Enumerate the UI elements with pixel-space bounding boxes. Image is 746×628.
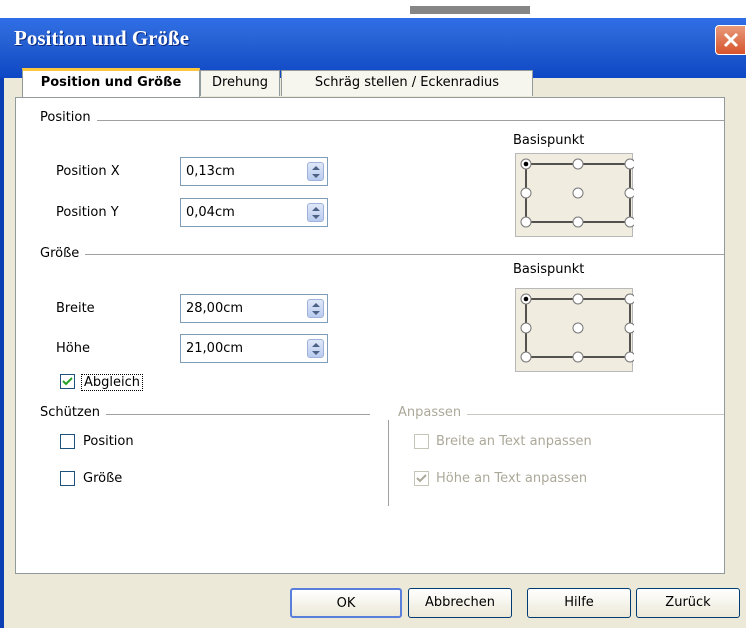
width-spinner[interactable]: [307, 299, 324, 318]
position-x-label: Position X: [56, 164, 120, 179]
position-x-field[interactable]: 0,13cm: [180, 157, 328, 186]
protect-position-checkbox[interactable]: [60, 434, 75, 449]
ok-button[interactable]: OK: [290, 588, 402, 618]
position-basis-label: Basispunkt: [513, 133, 585, 148]
checkmark-icon: [416, 474, 427, 483]
keep-ratio-checkbox[interactable]: [60, 374, 75, 389]
position-y-field[interactable]: 0,04cm: [180, 198, 328, 227]
protect-size-checkbox[interactable]: [60, 471, 75, 486]
window-frame-left: [0, 78, 4, 628]
size-group-line: [40, 254, 724, 255]
tab-position-size[interactable]: Position und Größe: [22, 68, 200, 98]
close-button[interactable]: [715, 25, 746, 55]
position-basis-point-grid[interactable]: [515, 153, 636, 237]
width-value: 28,00cm: [186, 301, 244, 316]
fit-group-separator: [388, 420, 389, 506]
keep-ratio-label[interactable]: Abgleich: [81, 374, 144, 391]
size-basis-label: Basispunkt: [513, 262, 585, 277]
background-window-strip: [0, 0, 746, 18]
height-value: 21,00cm: [186, 341, 244, 356]
position-y-value: 0,04cm: [186, 205, 235, 220]
checkmark-icon: [62, 377, 73, 386]
spin-arrows-icon: [312, 343, 320, 355]
protect-group-title: Schützen: [40, 405, 107, 420]
basis-point-grid-icon: [520, 158, 636, 228]
height-label: Höhe: [56, 341, 90, 356]
help-button[interactable]: Hilfe: [527, 588, 631, 618]
position-group-line: [40, 120, 724, 121]
position-y-spinner[interactable]: [307, 203, 324, 222]
protect-position-label[interactable]: Position: [83, 434, 134, 449]
protect-size-label[interactable]: Größe: [83, 471, 122, 486]
position-x-spinner[interactable]: [307, 162, 324, 181]
width-label: Breite: [56, 301, 95, 316]
fit-width-checkbox[interactable]: [414, 434, 429, 449]
window-title: Position und Größe: [14, 26, 190, 50]
cancel-button[interactable]: Abbrechen: [408, 588, 512, 618]
height-spinner[interactable]: [307, 339, 324, 358]
position-x-value: 0,13cm: [186, 164, 235, 179]
spin-arrows-icon: [312, 166, 320, 178]
basis-point-grid-icon: [520, 293, 636, 363]
tab-slant-corner-radius[interactable]: Schräg stellen / Eckenradius: [281, 70, 533, 96]
reset-button[interactable]: Zurück: [636, 588, 740, 618]
size-basis-point-grid[interactable]: [515, 288, 636, 372]
position-group-title: Position: [40, 110, 97, 125]
fit-group-title: Anpassen: [398, 405, 468, 420]
background-text-fragment: [410, 6, 530, 14]
tab-label: Drehung: [211, 75, 269, 90]
tab-label: Schräg stellen / Eckenradius: [314, 75, 500, 90]
close-icon: [723, 32, 739, 48]
fit-height-checkbox[interactable]: [414, 471, 429, 486]
position-y-label: Position Y: [56, 205, 119, 220]
size-group-title: Größe: [40, 246, 86, 261]
tab-label: Position und Größe: [40, 75, 182, 90]
width-field[interactable]: 28,00cm: [180, 294, 328, 323]
spin-arrows-icon: [312, 207, 320, 219]
fit-height-label[interactable]: Höhe an Text anpassen: [436, 471, 587, 486]
fit-width-label[interactable]: Breite an Text anpassen: [436, 434, 592, 449]
height-field[interactable]: 21,00cm: [180, 334, 328, 363]
tab-rotation[interactable]: Drehung: [200, 70, 280, 96]
spin-arrows-icon: [312, 303, 320, 315]
